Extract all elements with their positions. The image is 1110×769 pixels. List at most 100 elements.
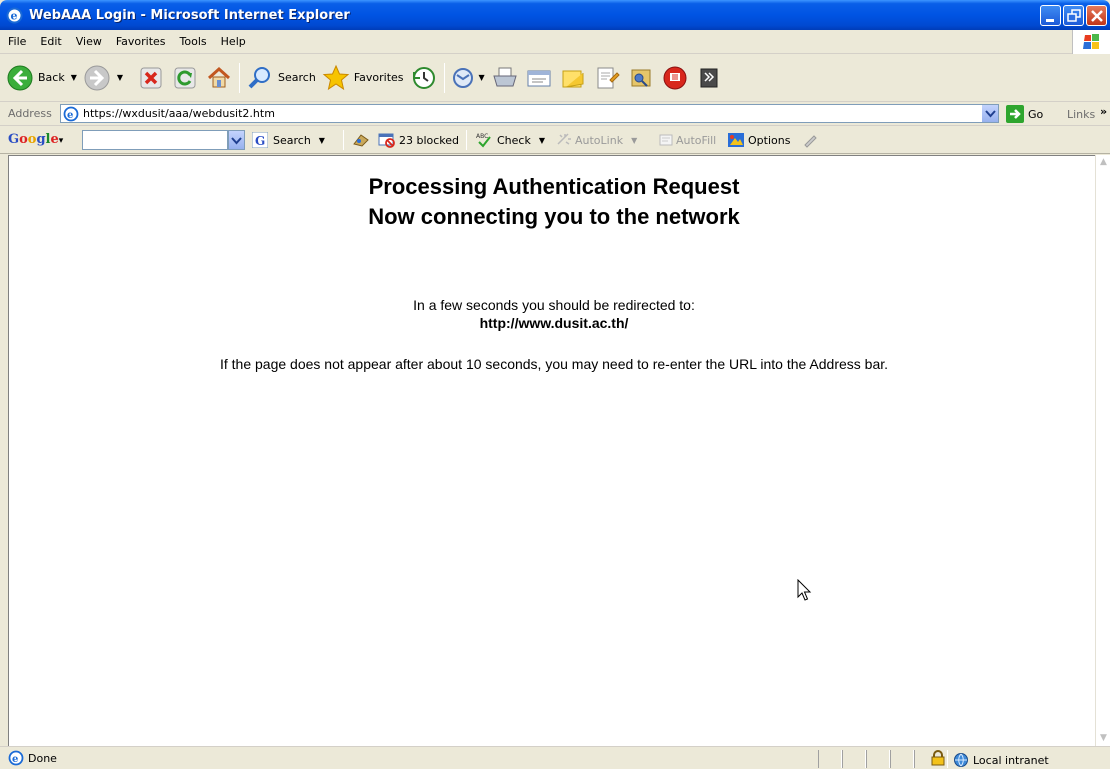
discuss-button[interactable] (559, 64, 587, 92)
status-bar: e Done Local intranet (0, 746, 1110, 769)
google-logo[interactable]: Google▾ (8, 132, 63, 147)
search-button[interactable]: Search (246, 64, 316, 92)
svg-text:e: e (67, 110, 73, 121)
google-search-dropdown-icon[interactable]: ▼ (319, 136, 325, 145)
go-button[interactable]: Go (1006, 105, 1043, 123)
back-dropdown-icon[interactable]: ▼ (71, 73, 77, 82)
search-icon (248, 66, 271, 88)
title-bar[interactable]: e WebAAA Login - Microsoft Internet Expl… (0, 0, 1110, 30)
security-zone[interactable]: Local intranet (953, 752, 1049, 768)
page-heading: Processing Authentication Request (368, 174, 740, 199)
refresh-icon (174, 67, 196, 88)
page-done-icon: e (8, 750, 24, 766)
highlight-button[interactable] (802, 132, 818, 148)
scroll-up-button[interactable]: ▲ (1096, 155, 1110, 170)
forward-dropdown-icon[interactable]: ▼ (117, 73, 123, 82)
menu-bar: File Edit View Favorites Tools Help (0, 30, 1110, 54)
back-button[interactable]: Back ▼ (6, 64, 77, 92)
links-label[interactable]: Links (1067, 108, 1095, 121)
page-content: Processing Authentication Request Now co… (8, 155, 1098, 746)
window-title: WebAAA Login - Microsoft Internet Explor… (29, 7, 350, 23)
google-search-label: Search (273, 133, 311, 147)
home-button[interactable] (205, 64, 233, 92)
status-cell (818, 750, 842, 768)
status-cell (890, 750, 914, 768)
mail-icon (452, 67, 473, 88)
tools-button[interactable] (627, 64, 655, 92)
pencil-icon (804, 135, 817, 148)
edit-button[interactable] (525, 64, 553, 92)
print-icon (493, 67, 517, 86)
redirect-notice: If the page does not appear after about … (219, 356, 889, 372)
autofill-button[interactable]: AutoFill (658, 132, 716, 148)
vertical-scrollbar[interactable]: ▲ ▼ (1095, 155, 1110, 746)
scroll-down-button[interactable]: ▼ (1096, 731, 1110, 746)
spell-check-button[interactable]: ABC Check ▼ (476, 132, 545, 148)
forward-button[interactable]: ▼ (83, 64, 123, 92)
google-search-dropdown[interactable] (228, 130, 245, 150)
google-search-button[interactable]: G Search ▼ (252, 132, 325, 148)
links-chevron-icon[interactable]: » (1100, 105, 1107, 118)
status-text: Done (28, 751, 57, 765)
close-button[interactable] (1086, 5, 1107, 26)
address-dropdown-button[interactable] (981, 105, 998, 122)
options-button[interactable]: Options (727, 132, 790, 148)
autolink-dropdown-icon[interactable]: ▼ (631, 136, 637, 145)
options-icon (728, 133, 744, 147)
restore-icon (1067, 9, 1081, 22)
favorites-star-icon (322, 64, 350, 90)
autolink-icon (557, 133, 571, 145)
menu-file[interactable]: File (0, 35, 33, 48)
svg-text:G: G (255, 134, 265, 148)
google-search-input[interactable] (82, 130, 228, 150)
check-label: Check (497, 133, 531, 147)
redirect-url: http://www.dusit.ac.th/ (479, 315, 629, 331)
address-input[interactable]: e https://wxdusit/aaa/webdusit2.htm (60, 104, 999, 123)
autofill-label: AutoFill (676, 133, 717, 147)
menu-help[interactable]: Help (214, 35, 253, 48)
toolbar-separator (239, 62, 241, 93)
back-arrow-icon (7, 65, 33, 90)
favorites-label: Favorites (353, 71, 404, 84)
toolbar-separator (443, 62, 445, 93)
check-dropdown-icon[interactable]: ▼ (539, 136, 545, 145)
mail-dropdown-icon[interactable]: ▼ (479, 73, 485, 82)
autolink-button[interactable]: AutoLink ▼ (556, 132, 637, 148)
mouse-cursor-icon (797, 579, 812, 601)
autolink-label: AutoLink (575, 133, 624, 147)
menu-favorites[interactable]: Favorites (109, 35, 173, 48)
google-toolbar: Google▾ G Search ▼ 23 blocked ABC Check … (0, 126, 1110, 154)
home-icon (208, 66, 231, 87)
favorites-button[interactable]: Favorites (322, 64, 404, 92)
research-icon (597, 67, 620, 88)
minimize-button[interactable] (1040, 5, 1061, 26)
windows-flag-icon (1083, 34, 1099, 49)
page-icon: e (63, 106, 79, 121)
svg-text:e: e (11, 9, 18, 22)
search-label: Search (278, 71, 316, 84)
chevron-down-icon (231, 137, 242, 145)
spell-check-icon: ABC (476, 133, 491, 148)
menu-tools[interactable]: Tools (173, 35, 214, 48)
refresh-button[interactable] (171, 64, 199, 92)
popup-blocked-icon (378, 133, 395, 148)
minimize-icon (1046, 19, 1054, 22)
mail-button[interactable]: ▼ (451, 64, 485, 92)
research-button[interactable] (593, 64, 621, 92)
addon-button[interactable] (695, 64, 723, 92)
restore-button[interactable] (1063, 5, 1084, 26)
standard-toolbar: Back ▼ ▼ Search Favorites ▼ (0, 54, 1110, 102)
print-button[interactable] (491, 64, 519, 92)
history-button[interactable] (410, 64, 438, 92)
windows-throbber (1072, 30, 1110, 54)
news-button[interactable] (352, 132, 370, 148)
lock-icon[interactable] (930, 750, 946, 766)
menu-edit[interactable]: Edit (33, 35, 68, 48)
messenger-button[interactable] (661, 64, 689, 92)
popup-blocker-button[interactable]: 23 blocked (378, 132, 459, 148)
svg-text:e: e (12, 754, 18, 765)
stop-icon (140, 67, 162, 88)
messenger-icon (700, 68, 718, 87)
menu-view[interactable]: View (69, 35, 109, 48)
stop-button[interactable] (137, 64, 165, 92)
